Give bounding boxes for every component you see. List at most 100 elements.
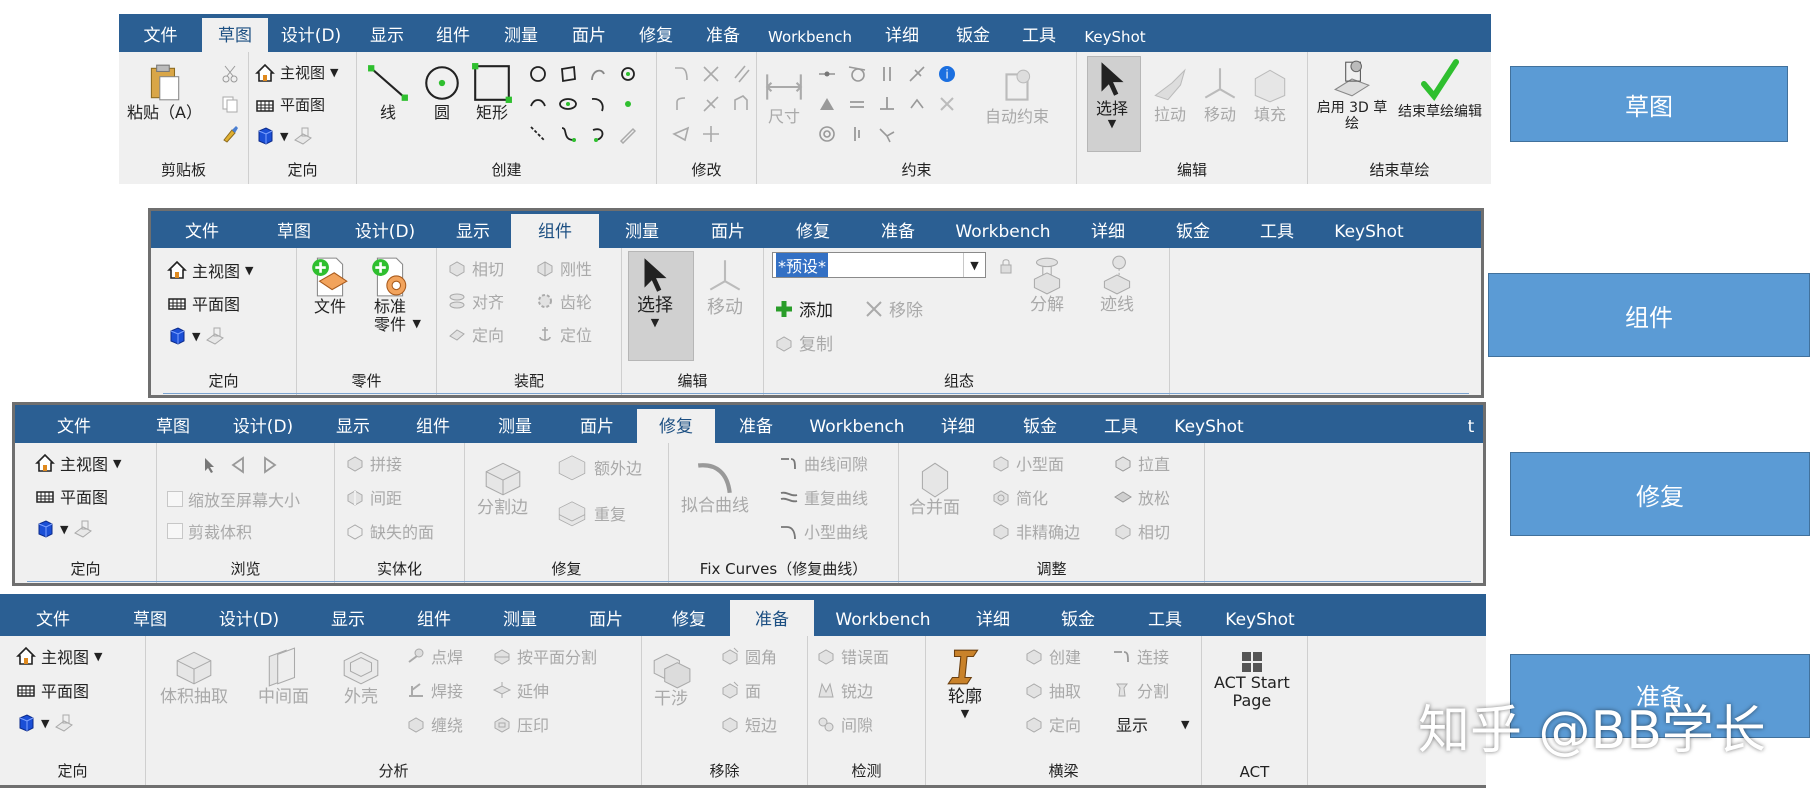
tab-tools[interactable]: 工具 bbox=[1081, 419, 1161, 443]
plan-view-button[interactable]: 平面图 bbox=[255, 94, 325, 115]
tab-tools[interactable]: 工具 bbox=[1235, 224, 1319, 248]
missing-faces-button[interactable]: 缺失的面 bbox=[345, 519, 434, 543]
slot-icon[interactable] bbox=[558, 94, 578, 114]
fill-button[interactable]: 填充 bbox=[1249, 64, 1291, 124]
tab-display[interactable]: 显示 bbox=[313, 419, 393, 443]
finish-sketch-button[interactable]: 结束草绘编辑 bbox=[1398, 58, 1482, 120]
fillet-icon[interactable] bbox=[671, 64, 691, 84]
pull-button[interactable]: 拉动 bbox=[1149, 64, 1191, 124]
split-by-plane-button[interactable]: 按平面分割 bbox=[492, 644, 597, 668]
tab-prepare[interactable]: 准备 bbox=[730, 600, 814, 636]
cut-icon[interactable] bbox=[220, 64, 240, 84]
copy-config-button[interactable]: 复制 bbox=[774, 330, 833, 355]
select-button[interactable]: 选择 ▼ bbox=[634, 254, 676, 329]
tab-sheetmetal[interactable]: 钣金 bbox=[1151, 224, 1235, 248]
add-config-button[interactable]: 添加 bbox=[774, 296, 833, 321]
act-start-page-button[interactable]: ACT Start Page bbox=[1214, 650, 1290, 711]
view-cube-button[interactable]: ▼ bbox=[35, 519, 93, 539]
checkbox[interactable] bbox=[167, 491, 183, 507]
fit-curves-button[interactable]: 拟合曲线 bbox=[681, 455, 749, 517]
tab-prepare[interactable]: 准备 bbox=[715, 419, 797, 443]
small-faces-button[interactable]: 小型面 bbox=[991, 451, 1064, 475]
chevron-down-icon[interactable]: ▼ bbox=[94, 650, 102, 663]
tab-repair[interactable]: 修复 bbox=[637, 409, 715, 443]
parallel-icon[interactable] bbox=[877, 64, 897, 84]
tab-keyshot[interactable]: KeyShot bbox=[1208, 612, 1312, 636]
small-curves-button[interactable]: 小型曲线 bbox=[779, 519, 868, 543]
select-button[interactable]: 选择 ▼ bbox=[1091, 58, 1133, 131]
tab-detail[interactable]: 详细 bbox=[917, 419, 999, 443]
corner-icon[interactable] bbox=[671, 94, 691, 114]
next-icon[interactable] bbox=[259, 455, 279, 475]
split-edges-button[interactable]: 分割边 bbox=[477, 457, 528, 519]
tangent-constraint-icon[interactable] bbox=[847, 64, 867, 84]
chevron-down-icon[interactable]: ▼ bbox=[961, 707, 969, 721]
info-icon[interactable]: i bbox=[937, 64, 957, 84]
view-cube-button[interactable]: ▼ bbox=[16, 713, 74, 733]
perpendicular-icon[interactable] bbox=[907, 64, 927, 84]
tab-workbench[interactable]: Workbench bbox=[797, 419, 917, 443]
delete-constraint-icon[interactable] bbox=[937, 94, 957, 114]
tab-workbench[interactable]: Workbench bbox=[814, 612, 952, 636]
tab-workbench[interactable]: Workbench bbox=[941, 224, 1065, 248]
lock-icon[interactable] bbox=[996, 256, 1016, 276]
tab-prepare[interactable]: 准备 bbox=[690, 28, 756, 52]
inexact-edges-button[interactable]: 非精确边 bbox=[991, 519, 1080, 543]
midsurface-button[interactable]: 中间面 bbox=[258, 646, 309, 708]
tab-facets[interactable]: 面片 bbox=[685, 224, 771, 248]
dimension-button[interactable]: 尺寸 bbox=[763, 66, 805, 126]
tab-facets[interactable]: 面片 bbox=[557, 419, 637, 443]
crop-volume-checkbox[interactable]: 剪裁体积 bbox=[167, 519, 252, 543]
duplicate-curves-button[interactable]: 重复曲线 bbox=[779, 485, 868, 509]
polygon-icon[interactable] bbox=[558, 64, 578, 84]
tab-tools[interactable]: 工具 bbox=[1122, 612, 1208, 636]
simplify-button[interactable]: 简化 bbox=[991, 485, 1048, 509]
tab-measure[interactable]: 测量 bbox=[599, 224, 685, 248]
line-button[interactable]: 线 bbox=[367, 62, 409, 122]
home-view-button[interactable]: 主视图 ▼ bbox=[35, 451, 121, 475]
home-view-button[interactable]: 主视图 ▼ bbox=[16, 644, 102, 668]
anchor-button[interactable]: 定位 bbox=[535, 322, 592, 346]
tangent-button[interactable]: 相切 bbox=[447, 256, 504, 280]
chevron-down-icon[interactable]: ▼ bbox=[1108, 118, 1116, 131]
tab-assembly[interactable]: 组件 bbox=[392, 612, 476, 636]
tab-sheetmetal[interactable]: 钣金 bbox=[940, 28, 1006, 52]
tab-file[interactable]: 文件 bbox=[15, 419, 133, 443]
sweep-arc-icon[interactable] bbox=[558, 124, 578, 144]
tab-file[interactable]: 文件 bbox=[119, 28, 202, 52]
plan-view-button[interactable]: 平面图 bbox=[35, 484, 108, 508]
trim-icon[interactable] bbox=[701, 64, 721, 84]
chevron-down-icon[interactable]: ▼ bbox=[41, 717, 49, 730]
tab-sketch[interactable]: 草图 bbox=[253, 224, 335, 248]
tab-assembly[interactable]: 组件 bbox=[393, 419, 473, 443]
tab-sketch[interactable]: 草图 bbox=[202, 18, 268, 52]
sketch-plane-icon[interactable] bbox=[205, 326, 225, 346]
angle-constraint-icon[interactable] bbox=[877, 124, 897, 144]
enclosure-button[interactable]: 外壳 bbox=[340, 646, 382, 708]
sharp-edges-button[interactable]: 锐边 bbox=[816, 678, 873, 702]
orient-beam-button[interactable]: 定向 bbox=[1024, 712, 1081, 736]
standard-parts-button[interactable]: 标准 零件 ▼ bbox=[369, 256, 421, 335]
tab-keyshot[interactable]: KeyShot bbox=[1072, 30, 1158, 52]
weld-button[interactable]: 焊接 bbox=[406, 678, 463, 702]
explode-button[interactable]: 分解 bbox=[1026, 254, 1068, 316]
paste-button[interactable]: 粘贴（A） bbox=[127, 62, 202, 122]
previous-icon[interactable] bbox=[229, 455, 249, 475]
swept-arc-icon[interactable] bbox=[588, 124, 608, 144]
tab-display[interactable]: 显示 bbox=[435, 224, 511, 248]
chevron-down-icon[interactable]: ▼ bbox=[245, 264, 253, 277]
tab-facets[interactable]: 面片 bbox=[556, 28, 622, 52]
tangent-arc-icon[interactable] bbox=[528, 94, 548, 114]
duplicates-button[interactable]: 重复 bbox=[555, 497, 626, 529]
tab-assembly[interactable]: 组件 bbox=[511, 214, 599, 248]
three-point-arc-icon[interactable] bbox=[588, 94, 608, 114]
tab-detail[interactable]: 详细 bbox=[952, 612, 1034, 636]
tab-overflow[interactable]: t bbox=[1463, 419, 1479, 443]
align-button[interactable]: 对齐 bbox=[447, 289, 504, 313]
auto-constrain-button[interactable]: 自动约束 bbox=[985, 66, 1049, 126]
config-combo[interactable]: *预设* ▼ bbox=[772, 252, 986, 278]
tab-measure[interactable]: 测量 bbox=[486, 28, 556, 52]
view-cube-button[interactable]: ▼ bbox=[255, 126, 313, 146]
chevron-down-icon[interactable]: ▼ bbox=[651, 316, 659, 330]
face-curve-icon[interactable] bbox=[618, 124, 638, 144]
